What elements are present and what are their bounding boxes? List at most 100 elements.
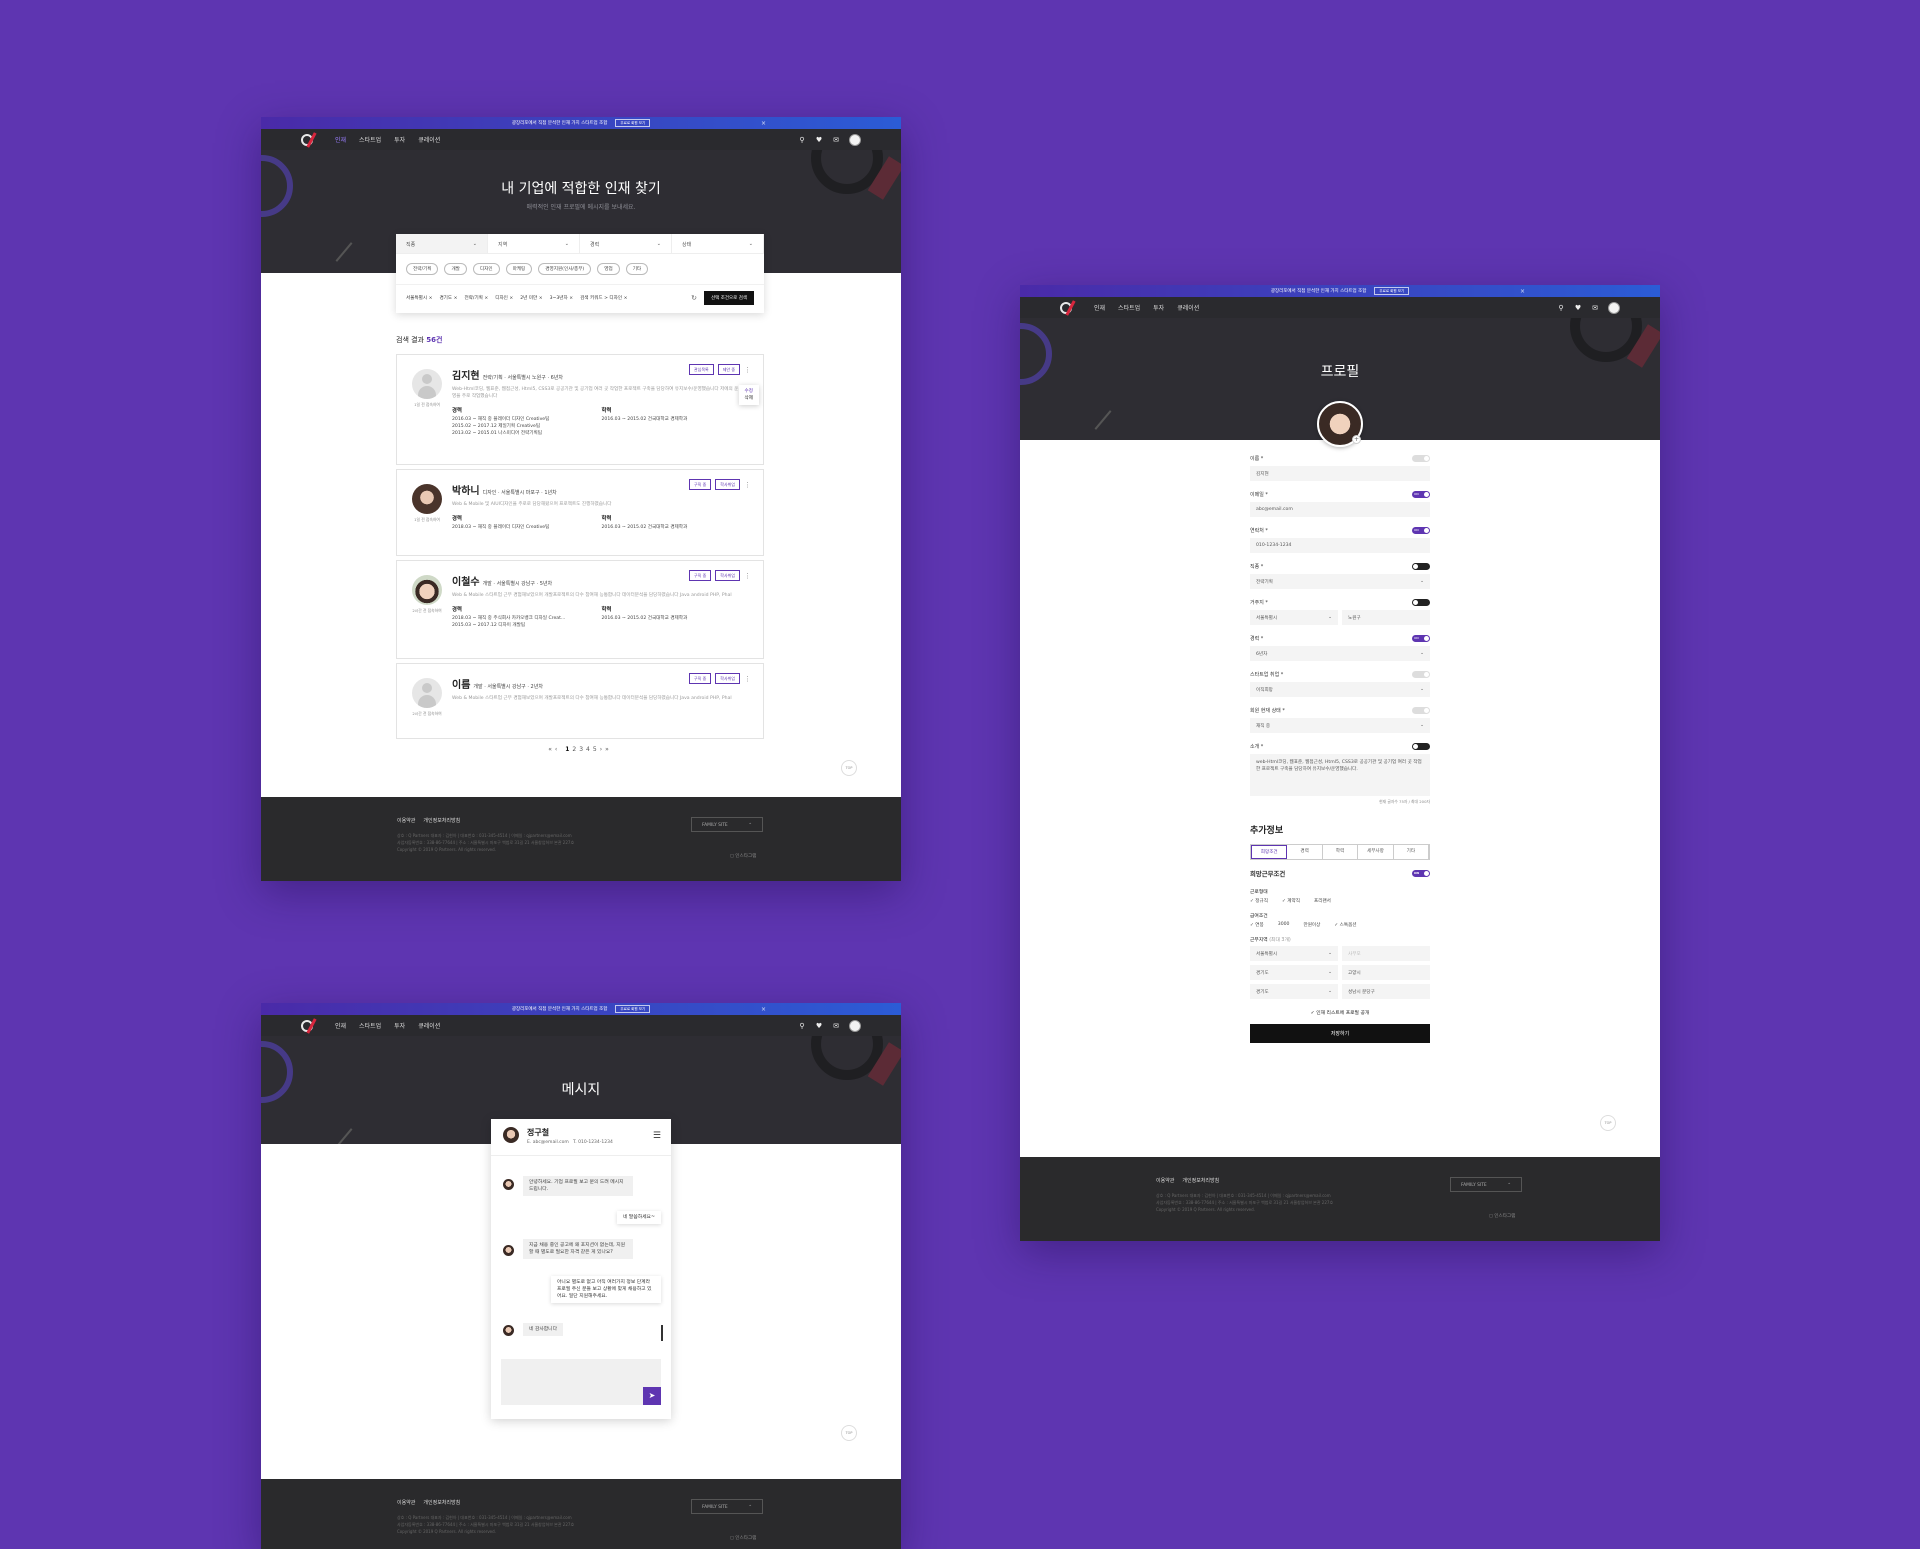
mail-icon[interactable]: ✉: [1591, 304, 1599, 312]
freelance-checkbox[interactable]: 프리랜서: [1314, 898, 1331, 904]
toggle-switch[interactable]: ON: [1412, 870, 1430, 877]
add-photo-icon[interactable]: +: [1352, 435, 1361, 444]
region-district-field[interactable]: 고양시: [1342, 965, 1430, 980]
heart-icon[interactable]: ♥: [815, 1022, 823, 1030]
startup-select[interactable]: 이직희망 ⌄: [1250, 682, 1430, 697]
region-city-select[interactable]: 경기도 ⌄: [1250, 984, 1338, 999]
nav-talent[interactable]: 인재: [1094, 303, 1105, 312]
send-icon[interactable]: ➤: [643, 1387, 661, 1405]
privacy-link[interactable]: 개인정보처리방침: [423, 1499, 460, 1506]
family-site-select[interactable]: FAMILY SITE ⌃: [691, 1499, 763, 1514]
candidate-card[interactable]: 1일 전 접속하여 김지현 전략/기획 · 서울특별시 노원구 · 6년차 관심목…: [396, 354, 764, 465]
status-badge[interactable]: 구직 중: [688, 479, 712, 490]
search-button[interactable]: 선택 조건으로 검색: [704, 291, 754, 305]
stock-checkbox[interactable]: ✓ 스톡옵션: [1334, 922, 1356, 928]
user-avatar[interactable]: [1608, 301, 1620, 314]
close-icon[interactable]: ×: [761, 1006, 766, 1013]
tag[interactable]: 2년 미만 ×: [520, 295, 542, 301]
tag[interactable]: 검색 키워드 > 디자인 ×: [580, 295, 627, 301]
chip-sales[interactable]: 영업: [597, 263, 620, 275]
family-site-select[interactable]: FAMILY SITE ⌃: [691, 817, 763, 832]
terms-link[interactable]: 이용약관: [397, 817, 415, 824]
tag[interactable]: 서울특별시 ×: [406, 295, 432, 301]
toggle-switch[interactable]: [1412, 707, 1430, 714]
chip-dev[interactable]: 개발: [444, 263, 467, 275]
search-icon[interactable]: ⚲: [798, 1022, 806, 1030]
toggle-switch[interactable]: ON: [1412, 527, 1430, 534]
first-page[interactable]: «: [548, 746, 555, 753]
interest-button[interactable]: 관심목록: [688, 364, 714, 375]
status-badge[interactable]: 학사취업: [715, 479, 740, 490]
list-icon[interactable]: ☰: [653, 1131, 661, 1141]
nav-talent[interactable]: 인재: [335, 135, 346, 144]
tab-detail[interactable]: 세부사항: [1358, 845, 1394, 859]
tag[interactable]: 경기도 ×: [439, 295, 457, 301]
mail-icon[interactable]: ✉: [832, 1022, 840, 1030]
privacy-link[interactable]: 개인정보처리방침: [423, 817, 460, 824]
tab-etc[interactable]: 기타: [1394, 845, 1430, 859]
public-checkbox[interactable]: ✓ 인재 리스트에 프로필 공개: [1250, 1009, 1430, 1016]
status-badge[interactable]: 학사취업: [715, 673, 740, 684]
tab-wish[interactable]: 희망조건: [1251, 845, 1288, 859]
nav-startup[interactable]: 스타트업: [1118, 303, 1140, 312]
nav-invest[interactable]: 투자: [394, 135, 405, 144]
name-field[interactable]: 김지현: [1250, 466, 1430, 481]
nav-curation[interactable]: 큐레이션: [418, 135, 440, 144]
scroll-top-button[interactable]: TOP: [841, 1425, 857, 1441]
chip-etc[interactable]: 기타: [625, 263, 649, 275]
filter-career[interactable]: 경력 ⌄: [580, 234, 672, 253]
district-field[interactable]: 노원구: [1342, 610, 1430, 625]
chip-management[interactable]: 경영지원(인사/총무): [538, 263, 592, 275]
promo-button[interactable]: 무료로 회원 보기: [615, 1005, 651, 1013]
refresh-icon[interactable]: ↻: [691, 294, 697, 302]
delete-menu-item[interactable]: 삭제: [745, 395, 753, 402]
prev-page[interactable]: ‹: [555, 746, 560, 753]
contract-checkbox[interactable]: ✓ 계약직: [1282, 898, 1300, 904]
terms-link[interactable]: 이용약관: [1156, 1177, 1174, 1184]
candidate-card[interactable]: 1일 전 접속하여 박하니 디자인 · 서울특별시 마포구 · 1년차 구직 중학…: [396, 469, 764, 556]
candidate-card[interactable]: 2시간 전 접속하여 이철수 개발 · 서울특별시 강남구 · 5년차 구직 중학…: [396, 560, 764, 659]
job-select[interactable]: 전략기획 ⌄: [1250, 574, 1430, 589]
status-badge[interactable]: 구직 중: [688, 570, 712, 581]
nav-startup[interactable]: 스타트업: [359, 1021, 381, 1030]
city-select[interactable]: 서울특별시 ⌄: [1250, 610, 1338, 625]
tab-edu[interactable]: 학력: [1323, 845, 1359, 859]
region-district-field[interactable]: 사무모: [1342, 946, 1430, 961]
more-icon[interactable]: ⋮: [744, 366, 751, 374]
toggle-switch[interactable]: ON: [1412, 491, 1430, 498]
salary-checkbox[interactable]: ✓ 연봉: [1250, 922, 1264, 928]
nav-invest[interactable]: 투자: [1153, 303, 1164, 312]
status-select[interactable]: 재직 중 ⌄: [1250, 718, 1430, 733]
tag[interactable]: 디자인 ×: [495, 295, 513, 301]
toggle-switch[interactable]: [1412, 671, 1430, 678]
toggle-switch[interactable]: [1412, 599, 1430, 606]
toggle-switch[interactable]: [1412, 455, 1430, 462]
privacy-link[interactable]: 개인정보처리방침: [1182, 1177, 1219, 1184]
promo-button[interactable]: 무료로 회원 보기: [615, 119, 651, 127]
promo-button[interactable]: 무료로 회원 보기: [1374, 287, 1410, 295]
tag[interactable]: 전략/기획 ×: [464, 295, 488, 301]
search-icon[interactable]: ⚲: [1557, 304, 1565, 312]
nav-curation[interactable]: 큐레이션: [418, 1021, 440, 1030]
more-icon[interactable]: ⋮: [744, 572, 751, 580]
more-icon[interactable]: ⋮: [744, 481, 751, 489]
intro-textarea[interactable]: web-Html코딩, 웹표준, 웹접근성, Html5, CSS3로 공공기관…: [1250, 754, 1430, 796]
heart-icon[interactable]: ♥: [815, 136, 823, 144]
user-avatar[interactable]: [849, 1019, 861, 1032]
phone-field[interactable]: 010-1234-1234: [1250, 538, 1430, 553]
nav-invest[interactable]: 투자: [394, 1021, 405, 1030]
filter-job[interactable]: 직종 ⌄: [396, 234, 488, 253]
region-district-field[interactable]: 성남시 분당구: [1342, 984, 1430, 999]
save-button[interactable]: 저장하기: [1250, 1024, 1430, 1043]
region-city-select[interactable]: 경기도 ⌄: [1250, 965, 1338, 980]
family-site-select[interactable]: FAMILY SITE ⌃: [1450, 1177, 1522, 1192]
instagram-link[interactable]: ◻ 인스타그램: [730, 853, 756, 859]
toggle-switch[interactable]: [1412, 563, 1430, 570]
nav-talent[interactable]: 인재: [335, 1021, 346, 1030]
edit-menu-item[interactable]: 수정: [745, 388, 753, 395]
heart-icon[interactable]: ♥: [1574, 304, 1582, 312]
toggle-switch[interactable]: ON: [1412, 635, 1430, 642]
message-input[interactable]: [501, 1359, 661, 1405]
logo[interactable]: [1060, 299, 1078, 316]
close-icon[interactable]: ×: [761, 120, 766, 127]
